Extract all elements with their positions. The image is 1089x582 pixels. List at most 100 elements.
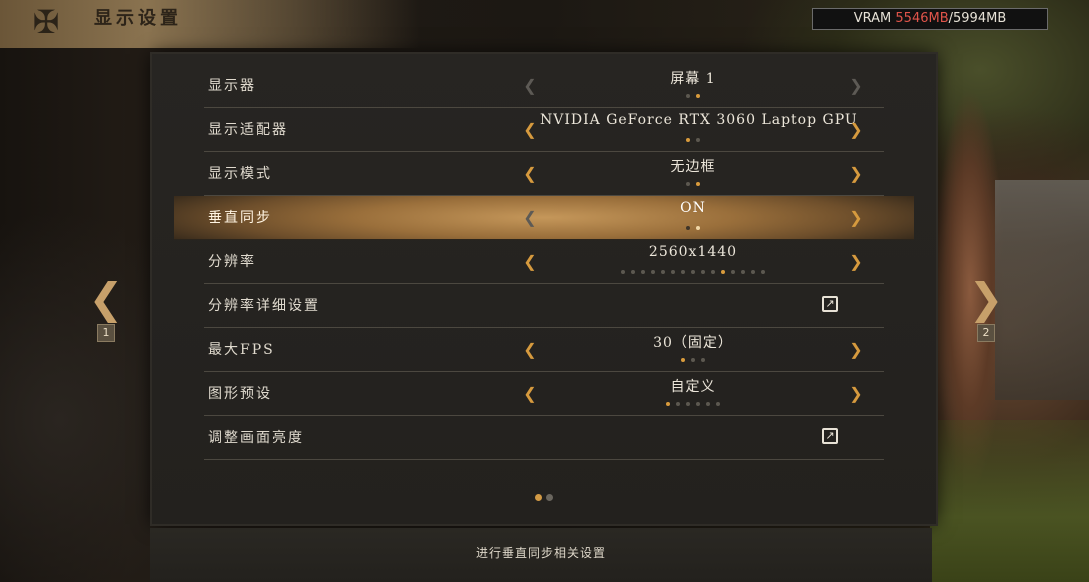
vram-label: VRAM xyxy=(853,11,892,26)
setting-value: 无边框 xyxy=(670,159,716,175)
arrow-right-icon[interactable]: ❯ xyxy=(846,372,866,416)
option-dots xyxy=(540,94,846,98)
option-dot xyxy=(701,358,705,362)
option-dot xyxy=(706,402,710,406)
option-dot xyxy=(761,270,765,274)
option-dot xyxy=(686,138,690,142)
option-dots xyxy=(540,402,846,406)
arrow-left-icon[interactable]: ❮ xyxy=(520,372,540,416)
option-dot xyxy=(686,402,690,406)
setting-value: NVIDIA GeForce RTX 3060 Laptop GPU xyxy=(540,112,858,128)
arrow-left-icon[interactable]: ❮ xyxy=(520,196,540,240)
arrow-right-icon[interactable]: ❯ xyxy=(846,240,866,284)
option-dot xyxy=(681,270,685,274)
option-dot xyxy=(686,182,690,186)
setting-label: 分辨率详细设置 xyxy=(208,298,320,314)
option-dot xyxy=(686,226,690,230)
setting-value: 2560x1440 xyxy=(648,244,738,260)
option-dots xyxy=(540,182,846,186)
page-indicator xyxy=(152,494,936,501)
option-dot xyxy=(621,270,625,274)
setting-label: 最大FPS xyxy=(208,342,275,358)
crest-icon: ✠ xyxy=(32,3,60,41)
option-dot xyxy=(641,270,645,274)
option-dot xyxy=(696,94,700,98)
page-dot xyxy=(546,494,553,501)
prev-page-button[interactable]: ❮ 1 xyxy=(86,278,126,342)
option-dot xyxy=(666,402,670,406)
setting-value: 屏幕 1 xyxy=(670,71,716,87)
settings-panel: 显示器 ❮ 屏幕 1 ❯ 显示适配器 ❮ NVIDIA GeForce RTX 3060 L… xyxy=(152,54,936,524)
external-link-icon[interactable]: ↗ xyxy=(822,428,838,444)
vram-indicator: VRAM 5546MB/5994MB xyxy=(812,8,1048,30)
setting-row[interactable]: 分辨率 ❮ 2560x1440 ❯ xyxy=(204,240,884,284)
arrow-left-icon[interactable]: ❮ xyxy=(520,328,540,372)
setting-value: ON xyxy=(680,200,706,216)
arrow-right-icon[interactable]: ❯ xyxy=(846,108,866,152)
option-dot xyxy=(671,270,675,274)
setting-row[interactable]: 最大FPS ❮ 30（固定） ❯ xyxy=(204,328,884,372)
arrow-right-icon[interactable]: ❯ xyxy=(846,328,866,372)
setting-row[interactable]: 显示模式 ❮ 无边框 ❯ xyxy=(204,152,884,196)
option-dots xyxy=(540,270,846,274)
option-dot xyxy=(651,270,655,274)
option-dot xyxy=(716,402,720,406)
option-dot xyxy=(701,270,705,274)
setting-value: 30（固定） xyxy=(653,335,733,351)
option-dot xyxy=(696,226,700,230)
setting-label: 调整画面亮度 xyxy=(208,430,304,446)
background-grass xyxy=(930,420,1089,582)
setting-row[interactable]: 显示器 ❮ 屏幕 1 ❯ xyxy=(204,64,884,108)
option-dot xyxy=(681,358,685,362)
page-dot xyxy=(535,494,542,501)
option-dot xyxy=(696,402,700,406)
setting-row[interactable]: 垂直同步 ❮ ON ❯ xyxy=(174,196,914,240)
setting-description: 进行垂直同步相关设置 xyxy=(475,546,606,560)
arrow-left-icon[interactable]: ❮ xyxy=(520,64,540,108)
option-dot xyxy=(741,270,745,274)
background-house xyxy=(995,180,1089,400)
setting-label: 图形预设 xyxy=(208,386,272,402)
setting-label: 分辨率 xyxy=(208,254,256,270)
setting-value: 自定义 xyxy=(670,379,716,395)
option-dot xyxy=(676,402,680,406)
setting-label: 显示模式 xyxy=(208,166,272,182)
chevron-right-icon: ❯ xyxy=(968,274,1004,323)
option-dot xyxy=(696,138,700,142)
option-dot xyxy=(711,270,715,274)
vram-used: 5546MB xyxy=(895,11,949,26)
option-dot xyxy=(751,270,755,274)
arrow-right-icon[interactable]: ❯ xyxy=(846,152,866,196)
arrow-left-icon[interactable]: ❮ xyxy=(520,152,540,196)
option-dot xyxy=(631,270,635,274)
next-page-button[interactable]: ❯ 2 xyxy=(966,278,1006,342)
next-page-number: 2 xyxy=(977,324,995,342)
setting-row[interactable]: 显示适配器 ❮ NVIDIA GeForce RTX 3060 Laptop GPU… xyxy=(204,108,884,152)
arrow-right-icon[interactable]: ❯ xyxy=(846,64,866,108)
option-dot xyxy=(691,358,695,362)
external-link-icon[interactable]: ↗ xyxy=(822,296,838,312)
option-dots xyxy=(540,226,846,230)
option-dot xyxy=(731,270,735,274)
option-dots xyxy=(540,138,846,142)
setting-label: 显示适配器 xyxy=(208,122,288,138)
chevron-left-icon: ❮ xyxy=(88,274,124,323)
setting-row[interactable]: 调整画面亮度 ↗ xyxy=(204,416,884,460)
page-title: 显示设置 xyxy=(94,8,182,29)
prev-page-number: 1 xyxy=(97,324,115,342)
setting-row[interactable]: 分辨率详细设置 ↗ xyxy=(204,284,884,328)
arrow-left-icon[interactable]: ❮ xyxy=(520,240,540,284)
option-dots xyxy=(540,358,846,362)
setting-row[interactable]: 图形预设 ❮ 自定义 ❯ xyxy=(204,372,884,416)
arrow-right-icon[interactable]: ❯ xyxy=(846,196,866,240)
setting-label: 垂直同步 xyxy=(208,210,272,226)
option-dot xyxy=(696,182,700,186)
settings-list: 显示器 ❮ 屏幕 1 ❯ 显示适配器 ❮ NVIDIA GeForce RTX 3060 L… xyxy=(152,64,936,460)
description-bar: 进行垂直同步相关设置 xyxy=(150,528,932,582)
header-banner: ✠ 显示设置 xyxy=(0,0,420,48)
vram-total: 5994MB xyxy=(953,11,1007,26)
option-dot xyxy=(686,94,690,98)
option-dot xyxy=(661,270,665,274)
arrow-left-icon[interactable]: ❮ xyxy=(520,108,540,152)
option-dot xyxy=(691,270,695,274)
